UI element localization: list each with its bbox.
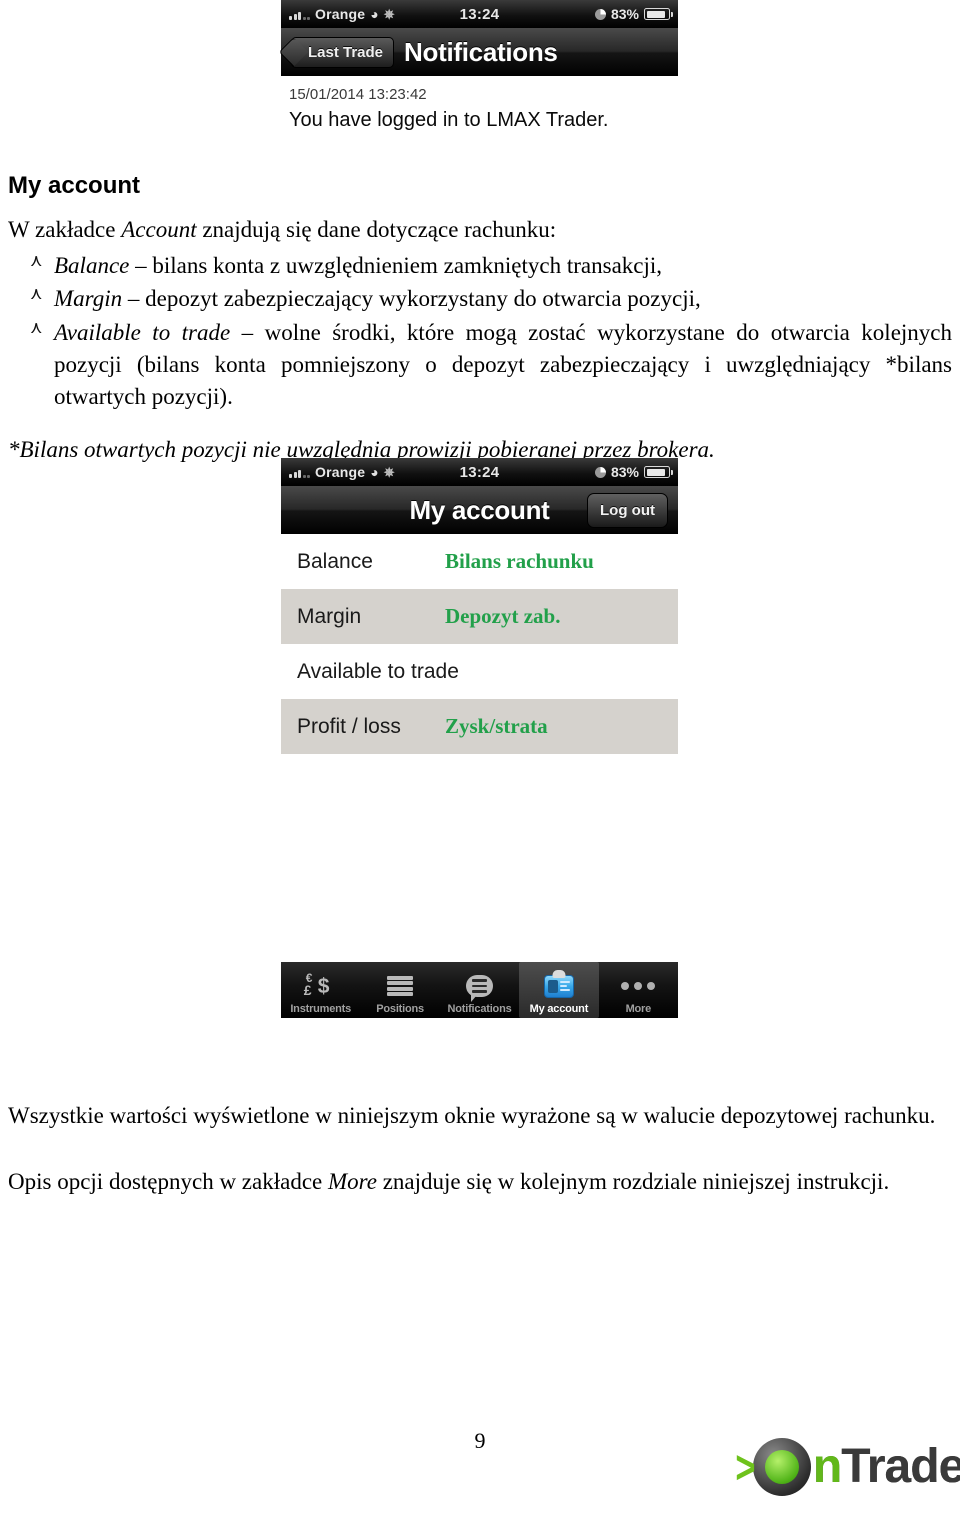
more-suffix: znajduje się w kolejnym rozdziale niniej…	[376, 1168, 890, 1194]
intro-keyword-account: Account	[121, 217, 197, 242]
account-row-annotation: Zysk/strata	[445, 714, 548, 738]
more-keyword: More	[328, 1168, 377, 1194]
logo-letter-n: n	[812, 1440, 842, 1493]
signal-bars-icon	[289, 467, 310, 478]
ellipsis-dots-icon	[621, 971, 656, 1001]
tab-notifications[interactable]: Notifications	[440, 962, 519, 1018]
notification-message: You have logged in to LMAX Trader.	[289, 109, 609, 131]
account-row-margin[interactable]: Margin Depozyt zab.	[281, 589, 678, 644]
closing-paragraph: Wszystkie wartości wyświetlone w niniejs…	[8, 1103, 936, 1128]
tab-label: Positions	[376, 1003, 424, 1015]
notification-timestamp: 15/01/2014 13:23:42	[289, 86, 427, 103]
clock-icon	[594, 466, 606, 478]
battery-percent-label: 83%	[610, 464, 639, 480]
status-bar: Orange ◕ ✵ 13:24 83%	[281, 0, 678, 28]
intro-paragraph: W zakładce Account znajdują się dane dot…	[8, 214, 952, 246]
status-bar-left: Orange ◕ ✵	[289, 6, 395, 22]
document-text-top: My account W zakładce Account znajdują s…	[0, 172, 960, 466]
account-fields-list: Balance – bilans konta z uwzględnieniem …	[8, 250, 952, 413]
notifications-nav-bar: Last Trade Notifications	[281, 28, 678, 76]
account-row-label: Margin	[297, 604, 362, 628]
status-bar-right: 83%	[594, 6, 673, 22]
tab-instruments[interactable]: € £ $ Instruments	[281, 962, 360, 1018]
bullet-text-margin: – depozyt zabezpieczający wykorzystany d…	[122, 286, 701, 312]
tab-label: Instruments	[290, 1003, 352, 1015]
tab-more[interactable]: More	[599, 962, 678, 1018]
status-bar-right: 83%	[594, 464, 673, 480]
account-row-label: Profit / loss	[297, 714, 401, 738]
tab-label: Notifications	[447, 1003, 512, 1015]
page-title: My account	[8, 172, 141, 199]
notifications-screenshot: Orange ◕ ✵ 13:24 83% Last Trade Notifica…	[281, 0, 678, 136]
logo-wordmark: nTrade	[813, 1443, 960, 1491]
account-row-label: Available to trade	[297, 659, 459, 683]
ontrade-logo: > nTrade	[732, 1438, 960, 1496]
carrier-label: Orange	[315, 464, 366, 480]
list-icon	[387, 971, 414, 1001]
tab-positions[interactable]: Positions	[360, 962, 439, 1018]
account-values-list: Balance Bilans rachunku Margin Depozyt z…	[281, 534, 678, 962]
status-bar-left: Orange ◕ ✵	[289, 464, 395, 480]
tab-label: My account	[529, 1003, 589, 1015]
battery-icon	[644, 8, 673, 20]
tab-my-account[interactable]: My account	[519, 962, 599, 1018]
tab-bar: € £ $ Instruments Positions Notifications …	[281, 962, 678, 1018]
activity-spinner-icon: ✵	[383, 6, 395, 22]
back-button-last-trade[interactable]: Last Trade	[291, 36, 395, 68]
list-item: Margin – depozyt zabezpieczający wykorzy…	[8, 283, 952, 315]
signal-bars-icon	[289, 9, 310, 20]
account-row-profit-loss[interactable]: Profit / loss Zysk/strata	[281, 699, 678, 754]
carrier-label: Orange	[315, 6, 366, 22]
battery-percent-label: 83%	[610, 6, 639, 22]
document-text-bottom: Wszystkie wartości wyświetlone w niniejs…	[0, 1100, 960, 1197]
notifications-title: Notifications	[404, 36, 558, 67]
tab-label: More	[625, 1003, 652, 1015]
id-card-icon	[543, 971, 574, 1001]
bullet-term-balance: Balance	[54, 252, 130, 278]
notification-body: 15/01/2014 13:23:42 You have logged in t…	[281, 76, 678, 136]
account-row-available-to-trade[interactable]: Available to trade	[281, 644, 678, 699]
intro-suffix: znajdują się dane dotyczące rachunku:	[196, 217, 557, 242]
activity-spinner-icon: ✵	[383, 464, 395, 480]
my-account-nav-bar: My account Log out	[281, 486, 678, 534]
my-account-screenshot: Orange ◕ ✵ 13:24 83% My account Log out …	[281, 458, 678, 1018]
battery-icon	[644, 466, 673, 478]
more-prefix: Opis opcji dostępnych w zakładce	[8, 1168, 328, 1194]
status-bar: Orange ◕ ✵ 13:24 83%	[281, 458, 678, 486]
wifi-icon: ◕	[370, 464, 379, 480]
bullet-term-available-to-trade: Available to trade	[54, 320, 231, 346]
list-item: Balance – bilans konta z uwzględnieniem …	[8, 250, 952, 282]
currency-symbols-icon: € £ $	[303, 971, 330, 998]
green-o-ring-icon	[752, 1438, 811, 1496]
account-row-annotation: Bilans rachunku	[445, 549, 594, 573]
clock-icon	[594, 8, 606, 20]
account-empty-area	[281, 754, 678, 962]
log-out-button[interactable]: Log out	[587, 492, 668, 528]
bullet-term-margin: Margin	[54, 286, 123, 312]
logo-text-rest: Trade	[841, 1440, 960, 1493]
wifi-icon: ◕	[370, 6, 379, 22]
account-row-balance[interactable]: Balance Bilans rachunku	[281, 534, 678, 589]
more-paragraph: Opis opcji dostępnych w zakładce More zn…	[8, 1166, 952, 1198]
intro-prefix: W zakładce	[8, 217, 122, 242]
list-item: Available to trade – wolne środki, które…	[8, 317, 952, 412]
account-row-label: Balance	[297, 549, 373, 573]
speech-bubble-icon	[466, 971, 494, 1002]
green-chevron-icon: >	[735, 1441, 756, 1493]
bullet-text-balance: – bilans konta z uwzględnieniem zamknięt…	[129, 252, 663, 278]
account-row-annotation: Depozyt zab.	[445, 604, 561, 628]
